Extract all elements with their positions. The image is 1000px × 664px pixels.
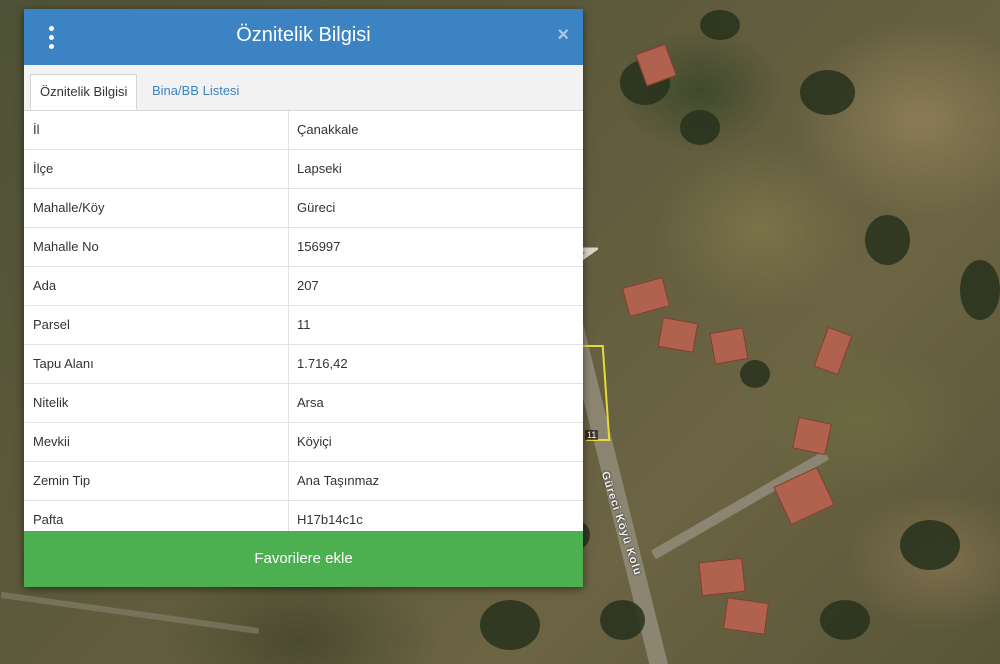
attribute-value: Köyiçi (297, 434, 332, 449)
attribute-value: 207 (297, 278, 319, 293)
tree (820, 600, 870, 640)
attribute-value: Lapseki (297, 161, 342, 176)
tab-bar: Öznitelik Bilgisi Bina/BB Listesi (24, 65, 583, 111)
building (698, 557, 746, 597)
building (792, 416, 832, 456)
attribute-key: Parsel (33, 317, 70, 332)
table-row: Mahalle No 156997 (24, 228, 583, 267)
tab-attribute-info[interactable]: Öznitelik Bilgisi (30, 74, 138, 110)
table-row: Nitelik Arsa (24, 384, 583, 423)
tree (600, 600, 645, 640)
tree (740, 360, 770, 388)
tree (960, 260, 1000, 320)
building (657, 317, 699, 353)
tab-building-list[interactable]: Bina/BB Listesi (143, 74, 248, 110)
table-row: İl Çanakkale (24, 111, 583, 150)
table-row: Mahalle/Köy Güreci (24, 189, 583, 228)
attribute-key: Zemin Tip (33, 473, 91, 488)
table-row: Zemin Tip Ana Taşınmaz (24, 462, 583, 501)
add-to-favorites-button[interactable]: Favorilere ekle (24, 531, 583, 587)
attribute-value: 156997 (297, 239, 341, 254)
building (709, 327, 749, 365)
attribute-key: Ada (33, 278, 57, 293)
table-row: Tapu Alanı 1.716,42 (24, 345, 583, 384)
attribute-value: Çanakkale (297, 122, 359, 137)
attribute-value: Arsa (297, 395, 324, 410)
close-icon[interactable]: × (557, 25, 569, 45)
attribute-value: 1.716,42 (297, 356, 348, 371)
attribute-key: Nitelik (33, 395, 69, 410)
table-row: İlçe Lapseki (24, 150, 583, 189)
attribute-value: Güreci (297, 200, 336, 215)
parcel-number-label: 11 (585, 430, 599, 440)
tree (480, 600, 540, 650)
panel-title: Öznitelik Bilgisi (236, 24, 371, 46)
table-row: Mevkii Köyiçi (24, 423, 583, 462)
panel-header: Öznitelik Bilgisi × (24, 9, 583, 65)
table-row: Ada 207 (24, 267, 583, 306)
tree (700, 10, 740, 40)
building (621, 277, 671, 317)
attribute-table: İl Çanakkale İlçe Lapseki Mahalle/Köy Gürec… (24, 111, 583, 539)
building (813, 326, 853, 376)
attribute-key: Mevkii (33, 434, 70, 449)
table-row: Parsel 11 (24, 306, 583, 345)
attribute-value: Ana Taşınmaz (297, 473, 380, 488)
tree (865, 215, 910, 265)
attribute-key: Mahalle/Köy (33, 200, 105, 215)
attribute-info-panel: Öznitelik Bilgisi × Öznitelik Bilgisi Bi… (24, 9, 583, 587)
attribute-key: İlçe (33, 161, 54, 176)
road (0, 591, 260, 635)
attribute-key: İl (33, 122, 40, 137)
tree (900, 520, 960, 570)
attribute-key: Tapu Alanı (33, 356, 94, 371)
building (722, 597, 770, 635)
tree (800, 70, 855, 115)
attribute-key: Mahalle No (33, 239, 99, 254)
attribute-value: 11 (297, 317, 311, 332)
parcel-outline[interactable] (579, 345, 611, 441)
tree (680, 110, 720, 145)
